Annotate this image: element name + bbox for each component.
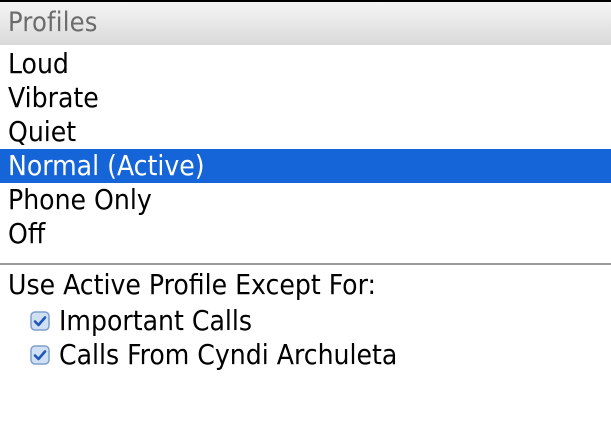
profile-item-vibrate[interactable]: Vibrate bbox=[0, 81, 611, 115]
profiles-screen: Profiles Loud Vibrate Quiet Normal (Acti… bbox=[0, 0, 611, 422]
profile-item-off[interactable]: Off bbox=[0, 217, 611, 251]
exception-calls-from-contact[interactable]: Calls From Cyndi Archuleta bbox=[30, 338, 397, 372]
exception-label: Important Calls bbox=[59, 304, 253, 337]
section-divider bbox=[0, 263, 611, 265]
profile-list: Loud Vibrate Quiet Normal (Active) Phone… bbox=[0, 47, 611, 251]
title-bar: Profiles bbox=[0, 2, 611, 45]
exceptions-heading: Use Active Profile Except For: bbox=[8, 268, 376, 301]
checkbox-checked-icon[interactable] bbox=[30, 345, 50, 365]
exception-important-calls[interactable]: Important Calls bbox=[30, 304, 252, 338]
profile-item-loud[interactable]: Loud bbox=[0, 47, 611, 81]
profile-item-quiet[interactable]: Quiet bbox=[0, 115, 611, 149]
exception-label: Calls From Cyndi Archuleta bbox=[59, 338, 398, 371]
checkbox-checked-icon[interactable] bbox=[30, 311, 50, 331]
profile-item-phone-only[interactable]: Phone Only bbox=[0, 183, 611, 217]
profile-item-normal[interactable]: Normal (Active) bbox=[0, 149, 611, 183]
screen-title: Profiles bbox=[8, 7, 98, 38]
